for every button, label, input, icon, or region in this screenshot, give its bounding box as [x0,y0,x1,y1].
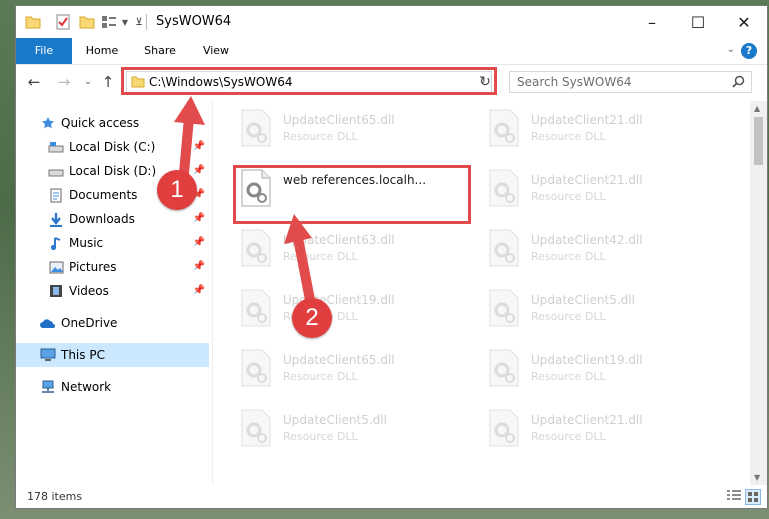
step-badge-1: 1 [157,170,197,210]
tutorial-arrows [174,96,316,310]
step-badge-2: 2 [292,298,332,338]
arrow-to-file [284,214,316,310]
arrow-to-address-bar [174,96,205,178]
